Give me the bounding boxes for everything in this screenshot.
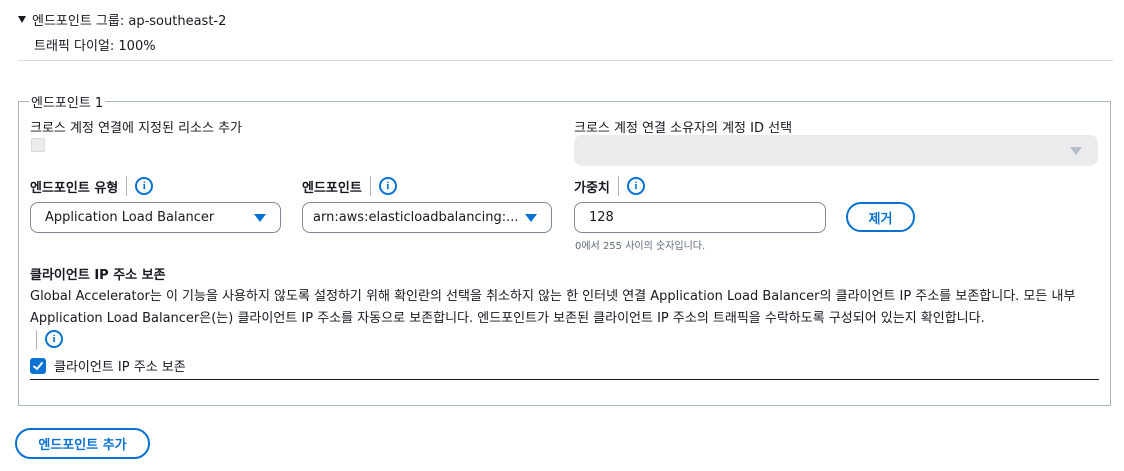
separator — [617, 176, 619, 196]
client-ip-heading: 클라이언트 IP 주소 보존 — [30, 268, 166, 283]
weight-value: 128 — [589, 210, 614, 225]
chevron-down-icon — [254, 213, 266, 222]
checkmark-icon — [33, 361, 43, 370]
caret-down-icon[interactable] — [18, 16, 26, 23]
remove-button[interactable]: 제거 — [846, 202, 915, 232]
endpoint-legend: 엔드포인트 1 — [31, 96, 104, 111]
endpoint-type-select[interactable]: Application Load Balancer — [30, 202, 281, 233]
info-icon[interactable]: i — [626, 177, 645, 195]
traffic-dial: 트래픽 다이얼: 100% — [34, 39, 156, 54]
weight-label: 가중치 — [574, 180, 610, 196]
divider — [30, 379, 1099, 380]
cross-account-checkbox[interactable] — [31, 138, 45, 152]
client-ip-checkbox-label: 클라이언트 IP 주소 보존 — [54, 360, 186, 375]
cross-account-label: 크로스 계정 연결에 지정된 리소스 추가 — [30, 121, 243, 136]
client-ip-description: Global Accelerator는 이 기능을 사용하지 않도록 설정하기 … — [30, 286, 1100, 330]
client-ip-description-line-2: Application Load Balancer은(는) 클라이언트 IP 주… — [30, 311, 985, 326]
separator — [36, 330, 37, 350]
endpoint-value: arn:aws:elasticloadbalancing:... — [313, 210, 518, 225]
endpoint-type-value: Application Load Balancer — [45, 210, 215, 225]
account-id-select[interactable] — [574, 135, 1098, 166]
endpoint-type-label-row: 엔드포인트 유형 i — [30, 176, 154, 196]
chevron-down-icon — [1070, 147, 1082, 155]
info-icon[interactable]: i — [135, 177, 154, 195]
endpoint-label: 엔드포인트 — [302, 180, 362, 196]
separator — [126, 176, 128, 196]
chevron-down-icon — [525, 213, 537, 222]
cross-account-owner-label: 크로스 계정 연결 소유자의 계정 ID 선택 — [574, 121, 793, 136]
divider — [18, 60, 1113, 61]
client-ip-checkbox[interactable] — [30, 357, 46, 374]
client-ip-checkbox-row[interactable]: 클라이언트 IP 주소 보존 — [30, 356, 186, 375]
endpoint-group-title: 엔드포인트 그룹: ap-southeast-2 — [32, 14, 227, 29]
weight-label-row: 가중치 i — [574, 176, 645, 196]
client-ip-description-line-1: Global Accelerator는 이 기능을 사용하지 않도록 설정하기 … — [30, 289, 1076, 304]
endpoint-group-header[interactable]: 엔드포인트 그룹: ap-southeast-2 — [18, 10, 226, 29]
endpoint-select[interactable]: arn:aws:elasticloadbalancing:... — [302, 202, 552, 233]
weight-input[interactable]: 128 — [574, 202, 826, 233]
add-endpoint-button[interactable]: 엔드포인트 추가 — [15, 428, 150, 459]
weight-hint: 0에서 255 사이의 숫자입니다. — [575, 241, 706, 252]
info-icon[interactable]: i — [45, 330, 63, 348]
info-icon[interactable]: i — [378, 177, 397, 195]
separator — [369, 176, 371, 196]
endpoint-label-row: 엔드포인트 i — [302, 176, 397, 196]
endpoint-type-label: 엔드포인트 유형 — [30, 180, 119, 196]
